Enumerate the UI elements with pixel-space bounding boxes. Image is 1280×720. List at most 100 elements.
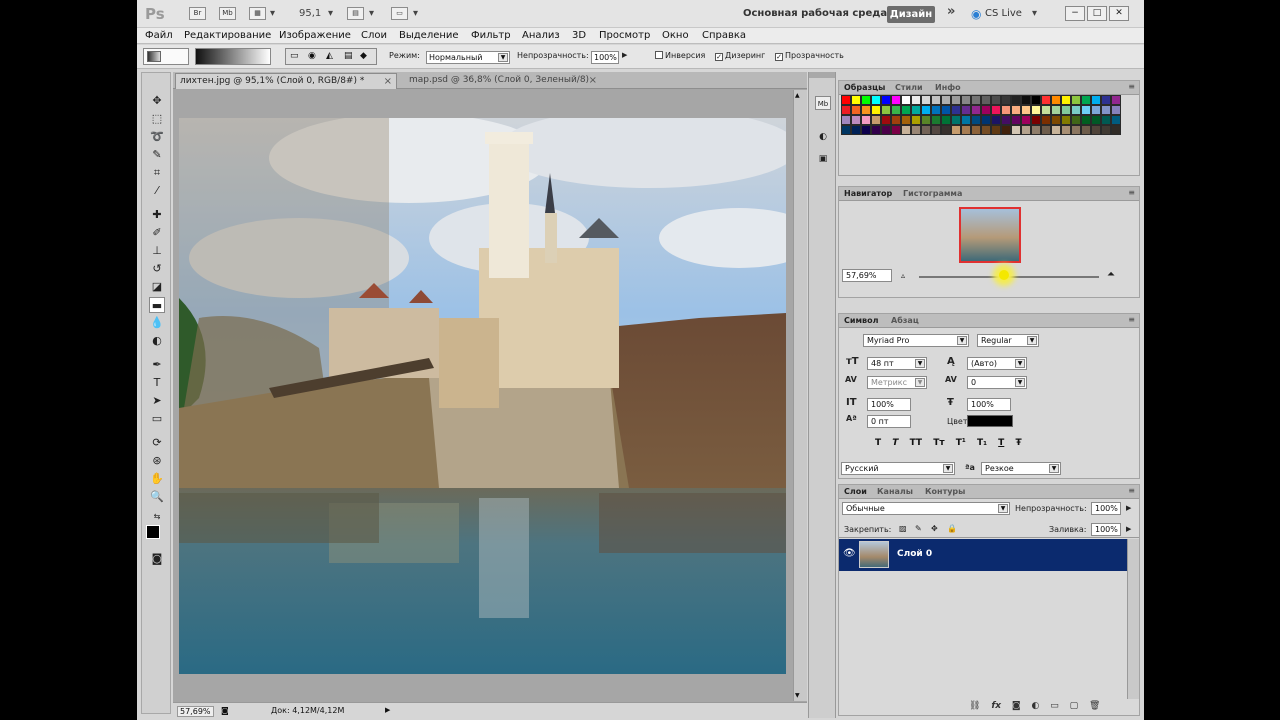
- color-swatch[interactable]: [951, 95, 961, 105]
- dither-checkbox[interactable]: ✓ Дизеринг: [715, 51, 765, 61]
- color-swatch[interactable]: [931, 125, 941, 135]
- color-swatch[interactable]: [1061, 105, 1071, 115]
- move-tool-icon[interactable]: ✥: [149, 93, 165, 109]
- chevron-down-icon[interactable]: ▾: [369, 6, 374, 22]
- underline-button[interactable]: T: [998, 438, 1004, 448]
- color-swatch[interactable]: [1041, 125, 1051, 135]
- new-group-icon[interactable]: ▭: [1050, 701, 1059, 711]
- color-swatch[interactable]: [1101, 125, 1111, 135]
- color-swatch[interactable]: [1101, 115, 1111, 125]
- link-layers-icon[interactable]: ⛓: [969, 701, 980, 711]
- color-swatch[interactable]: [881, 115, 891, 125]
- navigator-thumbnail[interactable]: [959, 207, 1021, 263]
- status-menu-arrow[interactable]: ▶: [385, 706, 390, 714]
- color-swatch[interactable]: [1111, 115, 1121, 125]
- zoom-out-icon[interactable]: ▵: [901, 271, 905, 280]
- tab-navigator[interactable]: Навигатор: [844, 189, 892, 198]
- fill-field[interactable]: 100%: [1091, 523, 1121, 536]
- mode-select[interactable]: Нормальный ▼: [426, 51, 510, 64]
- color-swatch[interactable]: [921, 115, 931, 125]
- color-swatch[interactable]: [871, 95, 881, 105]
- tab-histogram[interactable]: Гистограмма: [903, 189, 962, 198]
- color-swatch[interactable]: [951, 125, 961, 135]
- color-swatch[interactable]: [1091, 105, 1101, 115]
- color-swatch[interactable]: [971, 95, 981, 105]
- tracking-field[interactable]: 0 ▼: [967, 376, 1027, 389]
- pen-tool-icon[interactable]: ✒: [149, 357, 165, 373]
- tab-paragraph[interactable]: Абзац: [891, 316, 919, 325]
- color-swatch[interactable]: [961, 125, 971, 135]
- dodge-tool-icon[interactable]: ◐: [149, 333, 165, 349]
- color-swatch[interactable]: [981, 95, 991, 105]
- strikethrough-button[interactable]: Ŧ: [1015, 438, 1021, 448]
- trash-icon[interactable]: 🗑: [1089, 701, 1100, 711]
- color-swatch[interactable]: [841, 105, 851, 115]
- eye-icon[interactable]: 👁: [843, 548, 856, 559]
- diamond-gradient-icon[interactable]: ◆: [360, 51, 367, 61]
- tab-swatches[interactable]: Образцы: [844, 83, 885, 92]
- opacity-slider-arrow[interactable]: ▶: [1126, 504, 1131, 512]
- history-dock-icon[interactable]: ◐: [815, 130, 831, 144]
- panel-menu-icon[interactable]: ≡: [1128, 315, 1135, 324]
- color-swatch[interactable]: [861, 125, 871, 135]
- menu-analysis[interactable]: Анализ: [522, 29, 560, 43]
- color-swatch[interactable]: [1001, 125, 1011, 135]
- text-color-swatch[interactable]: [967, 415, 1013, 427]
- color-swatch[interactable]: [911, 125, 921, 135]
- color-swatch[interactable]: [911, 115, 921, 125]
- color-swatch[interactable]: [1061, 125, 1071, 135]
- lock-transparency-icon[interactable]: ▨: [899, 524, 907, 533]
- layer-style-icon[interactable]: fx: [991, 701, 1001, 711]
- opacity-slider-arrow[interactable]: ▶: [622, 51, 627, 59]
- color-swatch[interactable]: [1081, 125, 1091, 135]
- color-swatch[interactable]: [1051, 115, 1061, 125]
- zoom-slider-thumb[interactable]: [999, 270, 1009, 280]
- vertical-scale-field[interactable]: 100%: [867, 398, 911, 411]
- arrange-docs-button[interactable]: ▤: [347, 7, 364, 20]
- all-caps-button[interactable]: TT: [910, 438, 923, 448]
- color-swatch[interactable]: [1061, 95, 1071, 105]
- radial-gradient-icon[interactable]: ◉: [308, 51, 316, 61]
- color-swatch[interactable]: [901, 105, 911, 115]
- color-swatch[interactable]: [851, 125, 861, 135]
- color-swatch[interactable]: [871, 115, 881, 125]
- color-swatch[interactable]: [961, 105, 971, 115]
- color-swatch[interactable]: [941, 105, 951, 115]
- color-swatch[interactable]: [971, 125, 981, 135]
- menu-view[interactable]: Просмотр: [599, 29, 650, 43]
- image-canvas[interactable]: [179, 118, 786, 674]
- panel-menu-icon[interactable]: ≡: [1128, 82, 1135, 91]
- color-swatch[interactable]: [901, 95, 911, 105]
- menu-image[interactable]: Изображение: [279, 29, 351, 43]
- color-swatch[interactable]: [1051, 125, 1061, 135]
- design-workspace-button[interactable]: Дизайн: [887, 6, 935, 23]
- tab-character[interactable]: Символ: [844, 316, 878, 325]
- color-swatch[interactable]: [1051, 105, 1061, 115]
- color-swatch[interactable]: [1091, 115, 1101, 125]
- color-swatch[interactable]: [891, 115, 901, 125]
- tab-lichtenstein[interactable]: лихтен.jpg @ 95,1% (Слой 0, RGB/8#) * ×: [175, 73, 397, 89]
- color-swatch[interactable]: [941, 95, 951, 105]
- color-swatch[interactable]: [1101, 95, 1111, 105]
- color-swatch[interactable]: [981, 115, 991, 125]
- color-swatch[interactable]: [1051, 95, 1061, 105]
- color-swatch[interactable]: [881, 125, 891, 135]
- gradient-type-buttons[interactable]: ▭ ◉ ◭ ▤ ◆: [285, 48, 377, 65]
- color-swatch[interactable]: [851, 95, 861, 105]
- color-swatch[interactable]: [901, 115, 911, 125]
- color-swatch[interactable]: [911, 95, 921, 105]
- color-swatch[interactable]: [901, 125, 911, 135]
- close-button[interactable]: ✕: [1109, 6, 1129, 21]
- scroll-down-icon[interactable]: ▼: [795, 692, 800, 699]
- layer-opacity-field[interactable]: 100%: [1091, 502, 1121, 515]
- lock-all-icon[interactable]: 🔒: [947, 524, 957, 533]
- color-swatch[interactable]: [1081, 105, 1091, 115]
- layers-scrollbar[interactable]: [1127, 539, 1139, 699]
- color-swatch[interactable]: [861, 105, 871, 115]
- color-swatch[interactable]: [1061, 115, 1071, 125]
- healing-brush-icon[interactable]: ✚: [149, 207, 165, 223]
- color-swatch[interactable]: [991, 95, 1001, 105]
- color-swatch[interactable]: [1021, 115, 1031, 125]
- color-swatch[interactable]: [961, 115, 971, 125]
- maximize-button[interactable]: □: [1087, 6, 1107, 21]
